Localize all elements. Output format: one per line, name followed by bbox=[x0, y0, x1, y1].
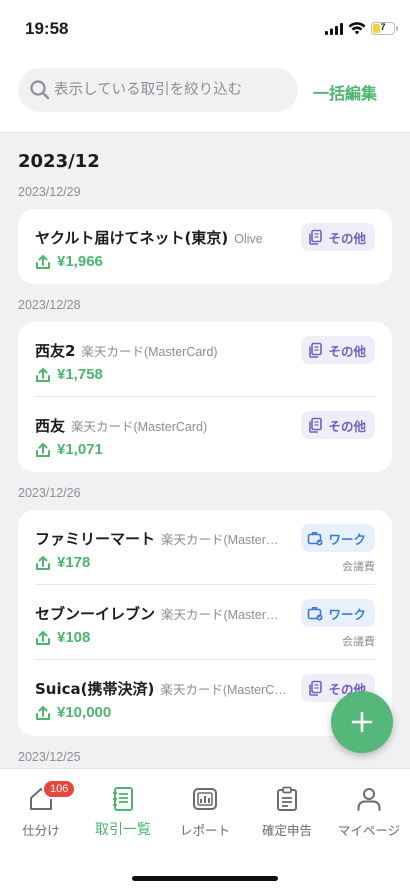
transaction-account: 楽天カード(Master… bbox=[161, 533, 279, 547]
transaction-amount: ¥178 bbox=[57, 554, 91, 571]
transaction-account: 楽天カード(Master… bbox=[161, 608, 279, 622]
transaction-account: 楽天カード(MasterCard) bbox=[71, 420, 208, 434]
bottom-tab-bar: 106 仕分け 取引一覧 レポート 確定申告 マイページ bbox=[0, 768, 410, 889]
search-input[interactable] bbox=[54, 68, 290, 112]
transaction-row[interactable]: 西友2 楽天カード(MasterCard) ¥1,758 その他 bbox=[18, 322, 392, 397]
transaction-account: 楽天カード(MasterCard) bbox=[81, 345, 218, 359]
tab-label: 仕分け bbox=[22, 823, 60, 838]
transaction-amount: ¥10,000 bbox=[57, 704, 112, 721]
clipboard-icon bbox=[277, 786, 297, 811]
expense-out-icon bbox=[36, 368, 50, 382]
transaction-name: セブンーイレブン bbox=[35, 605, 156, 623]
transaction-account: 楽天カード(MasterC… bbox=[160, 683, 287, 697]
tab-label: レポート bbox=[179, 823, 230, 838]
transaction-card: ファミリーマート 楽天カード(Master… ¥178 ワーク 会議費 セブンーイ… bbox=[18, 510, 392, 736]
transaction-row[interactable]: ファミリーマート 楽天カード(Master… ¥178 ワーク 会議費 bbox=[18, 510, 392, 585]
transaction-card: ヤクルト届けてネット(東京) Olive ¥1,966 その他 bbox=[18, 209, 392, 284]
cellular-signal-icon bbox=[325, 23, 343, 35]
transaction-row[interactable]: 西友 楽天カード(MasterCard) ¥1,071 その他 bbox=[18, 397, 392, 472]
document-copy-icon bbox=[309, 342, 323, 358]
transaction-card: 西友2 楽天カード(MasterCard) ¥1,758 その他 西友 楽天カード(… bbox=[18, 322, 392, 472]
status-bar: 19:58 7 bbox=[0, 0, 410, 58]
sub-category-label: 会議費 bbox=[342, 560, 375, 573]
tab-label: マイページ bbox=[337, 823, 401, 838]
transaction-name: 西友 bbox=[35, 417, 66, 435]
tab-label: 確定申告 bbox=[261, 823, 312, 838]
document-copy-icon bbox=[309, 229, 323, 245]
tag-label: ワーク bbox=[328, 606, 366, 622]
tag-label: ワーク bbox=[328, 531, 366, 547]
notification-badge: 106 bbox=[42, 779, 77, 799]
briefcase-icon bbox=[308, 532, 323, 546]
expense-out-icon bbox=[36, 255, 50, 269]
date-header: 2023/12/25 bbox=[18, 750, 81, 764]
battery-level: 7 bbox=[380, 22, 386, 32]
plus-icon bbox=[351, 711, 373, 733]
transaction-name: Suica(携帯決済) bbox=[35, 680, 155, 698]
expense-out-icon bbox=[36, 556, 50, 570]
search-icon bbox=[30, 80, 50, 100]
person-icon bbox=[357, 788, 381, 811]
category-tag-other[interactable]: その他 bbox=[301, 411, 375, 439]
category-tag-work[interactable]: ワーク bbox=[301, 599, 375, 627]
tab-transactions[interactable]: 取引一覧 bbox=[82, 785, 164, 845]
transaction-amount: ¥108 bbox=[57, 629, 91, 646]
transaction-account: Olive bbox=[234, 232, 263, 246]
category-tag-work[interactable]: ワーク bbox=[301, 524, 375, 552]
month-header: 2023/12 bbox=[18, 151, 100, 172]
briefcase-icon bbox=[308, 607, 323, 621]
transaction-amount: ¥1,071 bbox=[57, 441, 103, 458]
bulk-edit-button[interactable]: 一括編集 bbox=[313, 80, 377, 104]
date-header: 2023/12/28 bbox=[18, 298, 81, 312]
tab-sorting[interactable]: 106 仕分け bbox=[0, 779, 82, 845]
sub-category-label: 会議費 bbox=[342, 635, 375, 648]
tab-label: 取引一覧 bbox=[95, 822, 151, 838]
document-copy-icon bbox=[309, 680, 323, 696]
document-copy-icon bbox=[309, 417, 323, 433]
category-tag-other[interactable]: その他 bbox=[301, 223, 375, 251]
date-header: 2023/12/29 bbox=[18, 185, 81, 199]
search-field[interactable] bbox=[18, 68, 298, 112]
transaction-row[interactable]: セブンーイレブン 楽天カード(Master… ¥108 ワーク 会議費 bbox=[18, 585, 392, 660]
date-header: 2023/12/26 bbox=[18, 486, 81, 500]
add-transaction-button[interactable] bbox=[331, 691, 393, 753]
expense-out-icon bbox=[36, 631, 50, 645]
transaction-row[interactable]: ヤクルト届けてネット(東京) Olive ¥1,966 その他 bbox=[18, 209, 392, 284]
transaction-list[interactable]: 2023/12 2023/12/29 ヤクルト届けてネット(東京) Olive ¥… bbox=[0, 134, 410, 768]
tab-report[interactable]: レポート bbox=[164, 785, 246, 845]
category-tag-other[interactable]: その他 bbox=[301, 336, 375, 364]
expense-out-icon bbox=[36, 706, 50, 720]
tag-label: その他 bbox=[328, 418, 366, 434]
transaction-name: 西友2 bbox=[35, 342, 76, 360]
wifi-icon bbox=[348, 22, 366, 35]
transaction-amount: ¥1,758 bbox=[57, 366, 103, 383]
notebook-icon bbox=[113, 787, 133, 811]
home-indicator bbox=[132, 876, 278, 881]
transaction-name: ファミリーマート bbox=[35, 530, 156, 548]
tag-label: その他 bbox=[328, 230, 366, 246]
report-chart-icon bbox=[193, 788, 217, 810]
tab-my-page[interactable]: マイページ bbox=[328, 785, 410, 845]
transaction-amount: ¥1,966 bbox=[57, 253, 103, 270]
filter-header: 一括編集 bbox=[0, 58, 410, 133]
expense-out-icon bbox=[36, 443, 50, 457]
tab-tax-return[interactable]: 確定申告 bbox=[246, 785, 328, 845]
battery-icon: 7 bbox=[371, 22, 398, 35]
status-time: 19:58 bbox=[25, 19, 69, 38]
tag-label: その他 bbox=[328, 343, 366, 359]
transaction-name: ヤクルト届けてネット(東京) bbox=[35, 229, 229, 247]
